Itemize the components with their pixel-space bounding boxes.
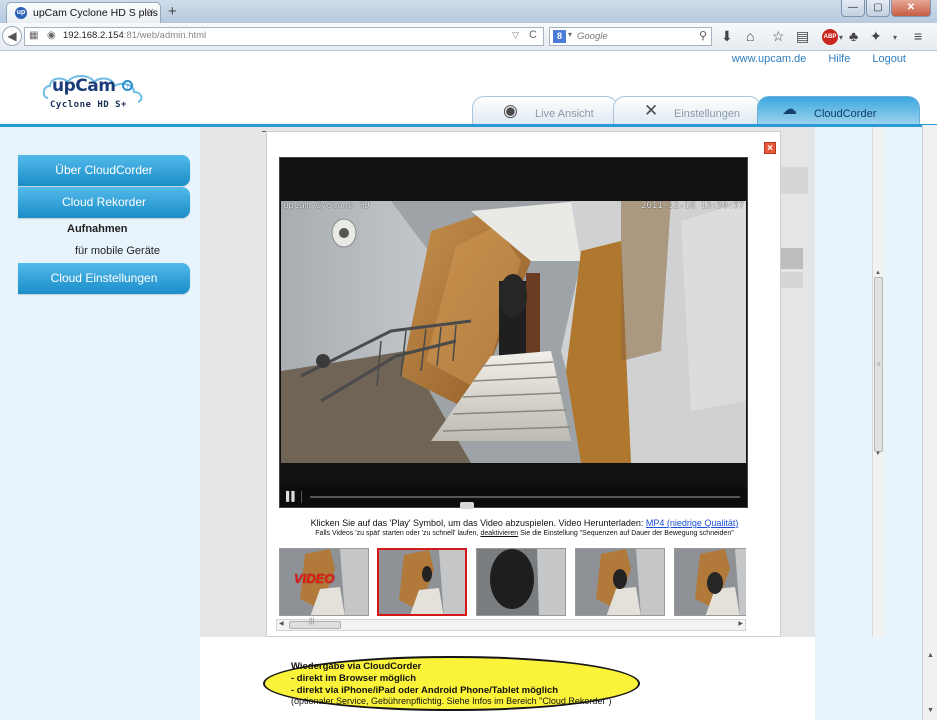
back-arrow-icon[interactable]: ◀ [2,26,22,46]
browser-tab[interactable]: up upCam Cyclone HD S plus × [6,2,161,23]
adblock-icon[interactable]: ABP [822,29,838,45]
backdrop-field [781,248,803,269]
download-icon[interactable]: ⬇ [721,28,733,45]
sidebar-item-cloud-rekorder[interactable]: Cloud Rekorder [18,187,190,218]
video-modal: × upCam Cyclone HD 2011-12-18 13:50:37 ▌… [266,131,781,637]
sidebar: Über CloudCorder Cloud Rekorder Aufnahme… [0,127,200,720]
extension-dropdown-icon[interactable]: ▾ [893,33,897,42]
seek-bar[interactable] [310,496,740,509]
callout-line: Wiedergabe via CloudCorder [291,661,422,672]
video-thumbnail-strip: VIDEO [279,546,746,616]
window-controls: — ▢ ✕ [840,0,931,17]
scroll-right-icon[interactable]: ▶ [738,620,743,627]
callout-line: - direkt im Browser möglich [291,673,417,684]
page-icon: ▦ [29,30,39,41]
video-thumbnail[interactable] [674,548,746,616]
thumbnail-scrollbar[interactable]: ◀ ||| ▶ [276,618,746,631]
video-player[interactable]: upCam Cyclone HD 2011-12-18 13:50:37 ▌▌ [279,157,748,509]
controls-divider [301,491,302,503]
play-hint: Klicken Sie auf das 'Play' Symbol, um da… [310,518,739,528]
scroll-up-icon[interactable]: ▲ [875,270,881,276]
reload-icon[interactable]: C [529,29,537,41]
info-callout: Wiedergabe via CloudCorder - direkt im B… [263,656,640,711]
address-bar[interactable]: ▦ ◉ 192.168.2.154:81/web/admin.html ▽ C [24,27,544,46]
page-scroll-down-icon[interactable]: ▼ [927,707,934,714]
tab-title: upCam Cyclone HD S plus [33,7,158,19]
magnifier-icon[interactable]: ⚲ [699,29,707,42]
video-frame[interactable]: upCam Cyclone HD 2011-12-18 13:50:37 [281,201,746,463]
deactivate-link[interactable]: deaktivieren [480,530,518,537]
url-text: 192.168.2.154:81/web/admin.html [63,30,207,41]
search-bar[interactable]: 8 ▾ Google ⚲ [549,27,712,46]
backdrop-field [781,167,808,194]
backdrop-field [781,272,803,288]
plugin-icon[interactable]: ♣ [849,28,858,44]
scroll-thumb[interactable]: ≡ [874,277,883,452]
tab-einstellungen[interactable]: ✕ Einstellungen [613,96,761,125]
adblock-dropdown-icon[interactable]: ▾ [839,33,843,42]
video-thumbnail[interactable] [476,548,566,616]
tab-close-icon[interactable]: × [148,6,154,18]
sidebar-item-cloud-einstellungen[interactable]: Cloud Einstellungen [18,263,190,294]
sidebar-item-mobile-geraete[interactable]: für mobile Geräte [75,245,160,257]
logo-arrow-icon: ↑ [122,80,133,91]
help-link[interactable]: Hilfe [828,53,850,65]
star-icon[interactable]: ☆ [772,28,785,45]
top-links: www.upcam.de Hilfe Logout [732,53,906,65]
main-tabs: ◉ Live Ansicht ✕ Einstellungen ☁ CloudCo… [470,96,937,126]
upcam-favicon-icon: up [15,7,27,19]
scroll-left-icon[interactable]: ◀ [279,620,284,627]
download-mp4-link[interactable]: MP4 (niedrige Qualität) [646,518,739,528]
menu-icon[interactable]: ≡ [914,28,922,44]
close-modal-button[interactable]: × [764,142,776,154]
close-window-button[interactable]: ✕ [891,0,931,17]
playback-note: Falls Videos 'zu spät' starten oder 'zu … [315,530,734,537]
minimize-button[interactable]: — [841,0,865,17]
browser-navbar: ◀ ▦ ◉ 192.168.2.154:81/web/admin.html ▽ … [0,23,937,51]
page-scroll-up-icon[interactable]: ▲ [927,652,934,659]
player-controls: ▌▌ [280,487,747,509]
thumbnail-scroll-thumb[interactable] [289,621,341,629]
google-icon[interactable]: 8 [553,30,566,43]
scroll-down-icon[interactable]: ▼ [875,451,881,457]
cloud-car-icon: ☁ [782,101,797,118]
page-scrollbar[interactable]: ▲ ▼ [922,125,937,720]
globe-icon: ◉ [47,30,56,41]
video-thumbnail[interactable]: VIDEO [279,548,369,616]
extension-icon[interactable]: ✦ [870,28,882,45]
pause-icon[interactable]: ▌▌ [286,491,298,501]
maximize-button[interactable]: ▢ [866,0,890,17]
url-dropdown-icon[interactable]: ▽ [512,30,519,41]
home-icon[interactable]: ⌂ [746,28,754,44]
page-header: upCam ↑ Cyclone HD S+ www.upcam.de Hilfe… [0,51,937,125]
upcam-link[interactable]: www.upcam.de [732,53,807,65]
tab-live-ansicht[interactable]: ◉ Live Ansicht [472,96,618,125]
video-osd-label: upCam Cyclone HD [283,201,370,211]
logo-sub-text: Cyclone HD S+ [50,100,127,110]
video-thumbnail-selected[interactable] [377,548,467,616]
upcam-logo[interactable]: upCam ↑ Cyclone HD S+ [42,74,144,116]
eye-icon: ◉ [503,101,518,120]
content-scrollbar[interactable]: ▲ ≡ ▼ [872,127,884,637]
logout-link[interactable]: Logout [872,53,906,65]
video-badge: VIDEO [294,571,335,586]
video-thumbnail[interactable] [575,548,665,616]
tab-cloudcorder[interactable]: ☁ CloudCorder [757,96,920,125]
seek-handle[interactable] [460,502,474,509]
new-tab-button[interactable]: + [168,3,177,20]
video-osd-timestamp: 2011-12-18 13:50:37 [641,201,744,211]
sidebar-item-ueber-cloudcorder[interactable]: Über CloudCorder [18,155,190,186]
logo-main-text: upCam [52,76,116,96]
stairwell-video-image [281,201,746,463]
search-input[interactable]: Google [577,31,608,42]
callout-line: - direkt via iPhone/iPad oder Android Ph… [291,685,559,696]
callout-line: (optionaler Service, Gebührenpflichtig. … [291,696,612,706]
browser-titlebar: up upCam Cyclone HD S plus × + — ▢ ✕ [0,0,937,24]
search-engine-dropdown-icon[interactable]: ▾ [568,30,572,39]
tools-icon: ✕ [644,101,659,120]
clipboard-icon[interactable]: ▤ [796,28,809,45]
sidebar-item-aufnahmen[interactable]: Aufnahmen [67,223,128,235]
